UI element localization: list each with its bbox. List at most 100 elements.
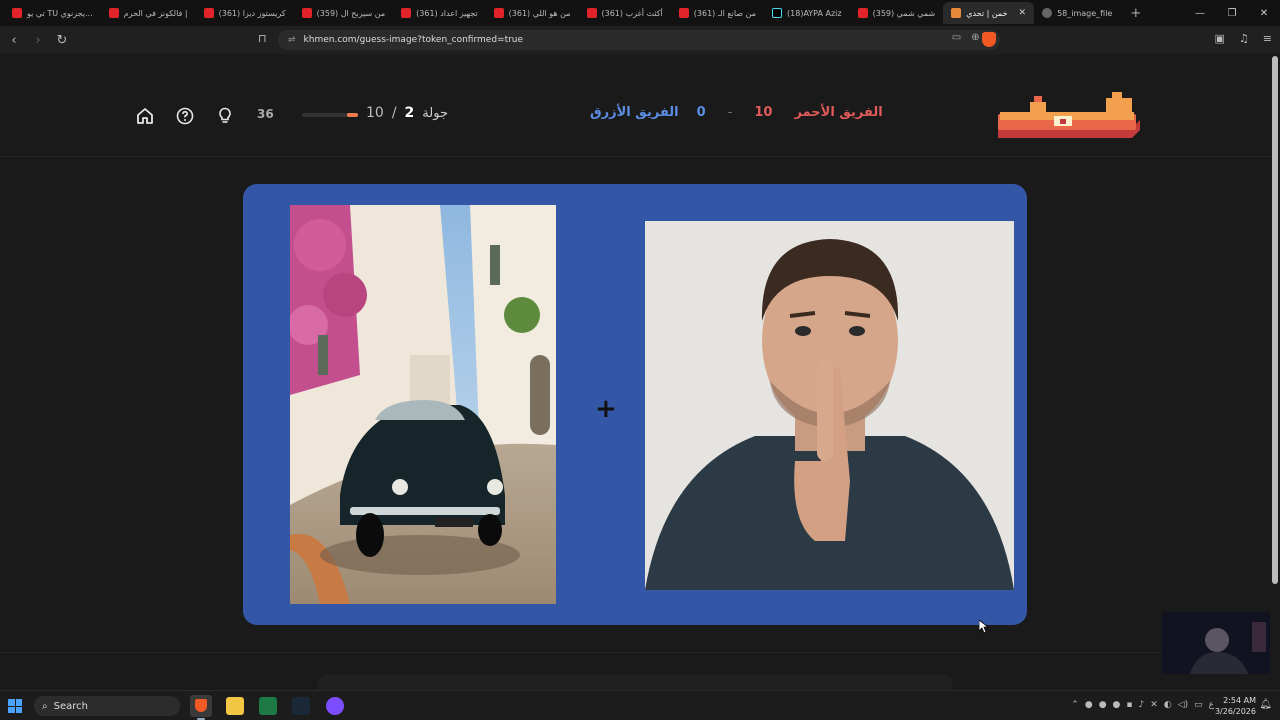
game-header: 36 10 / 2 جولة الفريق الأزرق 0 - 10 الفر… — [0, 54, 1270, 157]
home-icon[interactable] — [135, 106, 155, 126]
browser-tab[interactable]: (361) أكثث أغرب — [579, 2, 671, 24]
brave-app-icon[interactable] — [190, 695, 212, 717]
search-icon: ⌕ — [42, 700, 48, 712]
youtube-icon — [301, 8, 312, 18]
red-team-name: الفريق الأحمر — [794, 105, 883, 120]
new-tab-button[interactable]: + — [1120, 6, 1151, 21]
timer-progress-fill — [346, 113, 358, 117]
browser-tab[interactable]: فالكونز في الحرم | — [101, 2, 196, 24]
puzzle-stage: + — [243, 184, 1027, 625]
timer-progress-bar — [302, 113, 358, 117]
zoom-icon[interactable]: ⊕ — [971, 32, 979, 43]
tray-app-icon[interactable]: ◐ — [1164, 700, 1172, 710]
round-indicator: 10 / 2 جولة — [366, 105, 448, 121]
youtube-icon — [203, 8, 214, 18]
close-tab-icon[interactable]: ✕ — [1019, 8, 1027, 18]
windows-taskbar: ⌕ Search ⌃ ● ● ● ▪ ♪ ✕ ◐ ◁) ▭ ع 2:54 AM … — [0, 690, 1280, 720]
blue-team-score: 0 — [696, 105, 706, 120]
minimize-icon[interactable]: — — [1184, 8, 1216, 19]
file-explorer-icon[interactable] — [226, 697, 244, 715]
volume-icon[interactable]: ◁) — [1178, 700, 1188, 710]
media-icon[interactable]: ♫ — [1239, 32, 1249, 45]
street-car-photo — [290, 205, 556, 604]
timer-value: 36 — [257, 107, 274, 121]
globe-icon — [1042, 8, 1053, 18]
khmen-logo[interactable] — [994, 90, 1144, 142]
browser-tab-bar: تي يو TU يجرنوي... فالكونز في الحرم | (3… — [0, 0, 1280, 26]
chevron-up-icon[interactable]: ⌃ — [1071, 700, 1079, 710]
hint-lightbulb-icon[interactable] — [215, 106, 235, 126]
red-team-score: 10 — [754, 105, 773, 120]
window-controls: — ❐ ✕ — [1184, 0, 1280, 26]
youtube-icon — [12, 8, 22, 18]
taskbar-search[interactable]: ⌕ Search — [34, 696, 180, 716]
sidebar-icon[interactable]: ▣ — [1215, 32, 1225, 45]
combine-plus-symbol: + — [595, 394, 617, 424]
browser-tab[interactable]: 58_image_file — [1034, 2, 1120, 24]
menu-icon[interactable]: ≡ — [1263, 32, 1272, 45]
youtube-icon — [493, 8, 504, 18]
clock-time: 2:54 AM — [1223, 696, 1256, 705]
page-divider — [0, 652, 1270, 653]
browser-tab[interactable]: (18)AYPA Aziz — [764, 2, 850, 24]
youtube-icon — [857, 8, 868, 18]
microphone-icon[interactable]: ♪ — [1139, 700, 1145, 710]
tray-app-icon[interactable]: ● — [1099, 700, 1107, 710]
blue-team-name: الفريق الأزرق — [590, 105, 679, 120]
brave-shields-icon[interactable] — [982, 32, 996, 47]
page-scrollbar[interactable] — [1270, 54, 1280, 690]
browser-tab-active[interactable]: خمن | تحدي ✕ — [943, 2, 1035, 24]
khmen-icon — [951, 8, 962, 18]
page: 36 10 / 2 جولة الفريق الأزرق 0 - 10 الفر… — [0, 54, 1270, 690]
youtube-icon — [401, 8, 412, 18]
browser-tab[interactable]: (359) من سيربح ال — [294, 2, 393, 24]
browser-nav-bar: ‹ › ↻ ⊓ ⇌ khmen.com/guess-image?token_co… — [0, 26, 1280, 54]
youtube-icon — [586, 8, 597, 18]
tray-app-icon[interactable]: ✕ — [1150, 700, 1158, 710]
score-separator: - — [727, 105, 733, 120]
tray-app-icon[interactable]: ▪ — [1126, 700, 1132, 710]
help-icon[interactable] — [175, 106, 195, 126]
round-total: 10 — [366, 105, 384, 121]
browser-tab[interactable]: (361) من صانع الـ — [671, 2, 764, 24]
tray-app-icon[interactable]: ● — [1085, 700, 1093, 710]
battery-icon[interactable]: ▭ — [1194, 700, 1203, 710]
browser-toolbar-right: ▣ ♫ ≡ — [1215, 32, 1273, 45]
browser-tab[interactable]: (361) تجهيز اعداد — [393, 2, 486, 24]
clock-date: 3/26/2026 — [1214, 707, 1256, 716]
restore-icon[interactable]: ❐ — [1216, 8, 1248, 19]
site-info-icon[interactable]: ⇌ — [288, 35, 296, 45]
bookmark-icon[interactable]: ⊓ — [258, 32, 267, 45]
windows-start-icon[interactable] — [8, 699, 22, 713]
tiktok-icon — [772, 8, 783, 18]
cast-icon[interactable]: ▭ — [952, 32, 961, 43]
round-current: 2 — [404, 105, 415, 121]
language-indicator[interactable]: ع — [1209, 700, 1214, 710]
webcam-overlay — [1162, 612, 1270, 674]
youtube-icon — [678, 8, 689, 18]
system-tray: ⌃ ● ● ● ▪ ♪ ✕ ◐ ◁) ▭ ع — [1071, 700, 1214, 710]
app-icon[interactable] — [326, 697, 344, 715]
round-separator: / — [391, 105, 397, 121]
forward-icon[interactable]: › — [28, 33, 48, 48]
browser-tab[interactable]: (361) من هو اللي — [486, 2, 579, 24]
tray-app-icon[interactable]: ● — [1113, 700, 1121, 710]
steam-icon[interactable] — [292, 697, 310, 715]
reload-icon[interactable]: ↻ — [52, 33, 72, 48]
scoreboard: الفريق الأزرق 0 - 10 الفريق الأحمر — [590, 105, 883, 120]
address-bar[interactable]: ⇌ khmen.com/guess-image?token_confirmed=… — [278, 30, 1000, 50]
round-label: جولة — [422, 106, 448, 121]
back-icon[interactable]: ‹ — [4, 33, 24, 48]
browser-tab[interactable]: (359) شمي شمي — [850, 2, 944, 24]
mouse-cursor — [979, 620, 989, 634]
answer-panel[interactable] — [318, 674, 952, 690]
taskbar-clock[interactable]: 2:54 AM 3/26/2026 — [1215, 695, 1256, 717]
browser-tab[interactable]: تي يو TU يجرنوي... — [4, 2, 101, 24]
notification-bell-icon[interactable]: 🔔︎ — [1259, 699, 1272, 710]
excel-icon[interactable] — [259, 697, 277, 715]
close-window-icon[interactable]: ✕ — [1248, 8, 1280, 19]
shush-man-photo — [645, 221, 1014, 590]
scrollbar-thumb[interactable] — [1272, 56, 1278, 584]
url-text: khmen.com/guess-image?token_confirmed=tr… — [303, 35, 524, 45]
browser-tab[interactable]: (361) كريستوز ديزا — [196, 2, 294, 24]
